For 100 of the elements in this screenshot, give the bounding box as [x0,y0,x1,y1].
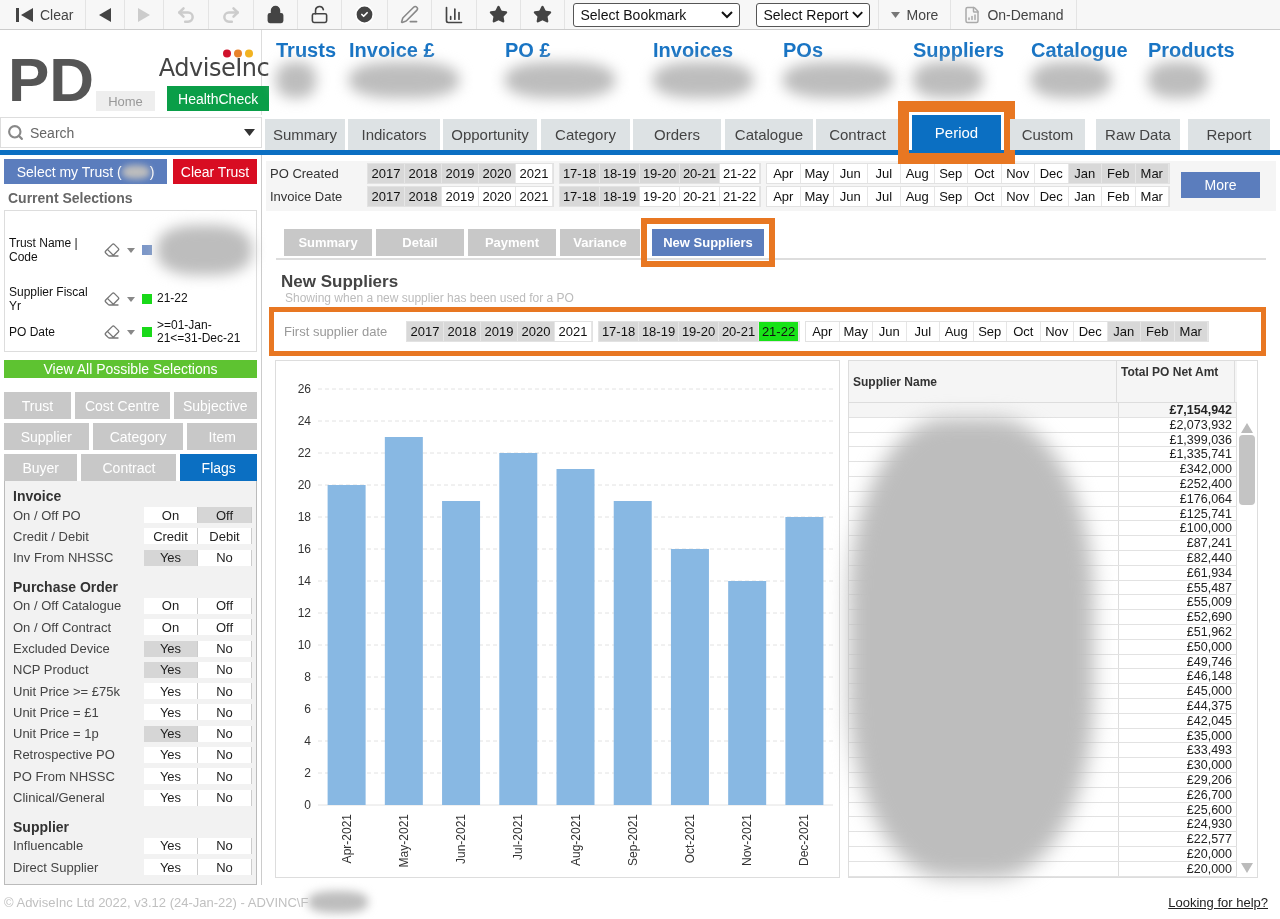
filter-option[interactable]: 2017 [368,164,405,183]
filter-option[interactable]: Feb [1102,187,1136,206]
flag-option[interactable]: No [198,859,252,876]
filter-option[interactable]: May [800,164,834,183]
filter-option[interactable]: 17-18 [560,187,600,206]
filter-option[interactable]: 2021 [516,187,553,206]
flag-option[interactable]: Yes [144,683,198,700]
filter-option[interactable]: 2018 [444,322,481,341]
filter-option[interactable]: Nov [1001,164,1035,183]
filter-option[interactable]: Jun [834,164,868,183]
filter-option[interactable]: 2018 [405,187,442,206]
filter-option[interactable]: 2017 [368,187,405,206]
flag-option[interactable]: No [198,725,252,742]
bookmark-select[interactable]: Select Bookmark [573,2,741,27]
column-header[interactable]: Supplier Name [849,361,1117,402]
chart-icon[interactable] [444,4,465,25]
filter-option[interactable]: Nov [1001,187,1035,206]
eraser-icon[interactable] [104,242,120,258]
filter-option[interactable]: Aug [901,187,935,206]
filter-option[interactable]: Dec [1035,187,1069,206]
caret-icon[interactable] [127,296,135,302]
flag-option[interactable]: No [198,661,252,678]
filter-option[interactable]: 2019 [442,164,479,183]
flag-option[interactable]: Yes [144,661,198,678]
flag-option[interactable]: No [198,549,252,566]
flag-option[interactable]: No [198,640,252,657]
scrollbar-thumb[interactable] [1239,435,1255,505]
filter-option[interactable]: Jan [1107,322,1141,341]
flag-option[interactable]: Yes [144,837,198,854]
filter-option[interactable]: Jul [867,187,901,206]
tab[interactable]: Category [541,119,630,150]
filter-option[interactable]: 19-20 [640,164,680,183]
flag-option[interactable]: Yes [144,789,198,806]
filter-option[interactable]: 18-19 [639,322,679,341]
filter-option[interactable]: Feb [1141,322,1175,341]
tab[interactable]: Summary [265,119,345,150]
filter-option[interactable]: Jun [834,187,868,206]
tab[interactable]: Opportunity [443,119,537,150]
help-link[interactable]: Looking for help? [1168,894,1268,910]
unlock-icon[interactable] [310,5,330,24]
flag-option[interactable]: On [144,507,198,523]
filter-option[interactable]: Apr [767,164,801,183]
filter-option[interactable]: 19-20 [640,187,680,206]
flag-option[interactable]: Yes [144,725,198,742]
filter-option[interactable]: 20-21 [680,187,720,206]
filter-option[interactable]: 2020 [479,187,516,206]
back-arrow-icon[interactable] [98,6,113,23]
flag-option[interactable]: Yes [144,704,198,721]
flag-option[interactable]: Off [198,597,252,614]
select-trust-button[interactable]: Select my Trust ( ) [4,159,167,184]
caret-icon[interactable] [127,247,135,253]
filter-option[interactable]: 17-18 [560,164,600,183]
filter-option[interactable]: 19-20 [679,322,719,341]
tab[interactable]: Indicators [348,119,440,150]
filter-option[interactable]: 2018 [405,164,442,183]
more-button[interactable]: More [1181,172,1260,198]
flag-option[interactable]: Yes [144,640,198,657]
tab[interactable]: Catalogue [725,119,813,150]
filter-option[interactable]: 2020 [518,322,555,341]
filter-option[interactable]: May [800,187,834,206]
filter-option[interactable]: Mar [1135,187,1169,206]
filter-option[interactable]: 21-22 [720,164,760,183]
on-demand-button[interactable]: On-Demand [951,0,1077,29]
eraser-icon[interactable] [104,324,120,341]
filter-option[interactable]: 2017 [407,322,444,341]
filter-option[interactable]: Sep [934,164,968,183]
filter-option[interactable]: Aug [901,164,935,183]
filter-option[interactable]: Sep [934,187,968,206]
filter-option[interactable]: 20-21 [719,322,759,341]
flag-option[interactable]: Yes [144,768,198,785]
flag-option[interactable]: Off [198,619,252,636]
caret-icon[interactable] [127,329,135,335]
tab[interactable]: Custom [1010,119,1085,150]
filter-option[interactable]: 17-18 [599,322,639,341]
filter-option[interactable]: Mar [1135,164,1169,183]
flag-option[interactable]: Credit [144,528,198,545]
filter-option[interactable]: 2020 [479,164,516,183]
filter-option[interactable]: Jan [1068,187,1102,206]
sub-tab[interactable]: New Suppliers [652,229,764,256]
filter-option[interactable]: Apr [767,187,801,206]
flag-option[interactable]: Off [198,507,252,523]
list-tab[interactable]: Flags [180,454,257,482]
tab[interactable]: Contract [816,119,899,150]
filter-option[interactable]: Mar [1174,322,1208,341]
filter-option[interactable]: Jan [1068,164,1102,183]
flag-option[interactable]: Debit [198,528,252,545]
report-select[interactable]: Select Report [756,2,871,27]
filter-option[interactable]: 18-19 [600,164,640,183]
more-button[interactable]: More [878,0,952,29]
filter-option[interactable]: Jul [867,164,901,183]
healthcheck-button[interactable]: HealthCheck [167,86,270,111]
flag-option[interactable]: No [198,768,252,785]
flag-option[interactable]: On [144,619,198,636]
clear-button[interactable]: Clear [4,0,87,29]
filter-option[interactable]: Dec [1035,164,1069,183]
column-header[interactable]: Total PO Net Amt [1117,361,1235,402]
filter-option[interactable]: 21-22 [759,322,799,341]
flag-option[interactable]: Yes [144,859,198,876]
flag-option[interactable]: No [198,789,252,806]
filter-option[interactable]: Oct [968,164,1002,183]
